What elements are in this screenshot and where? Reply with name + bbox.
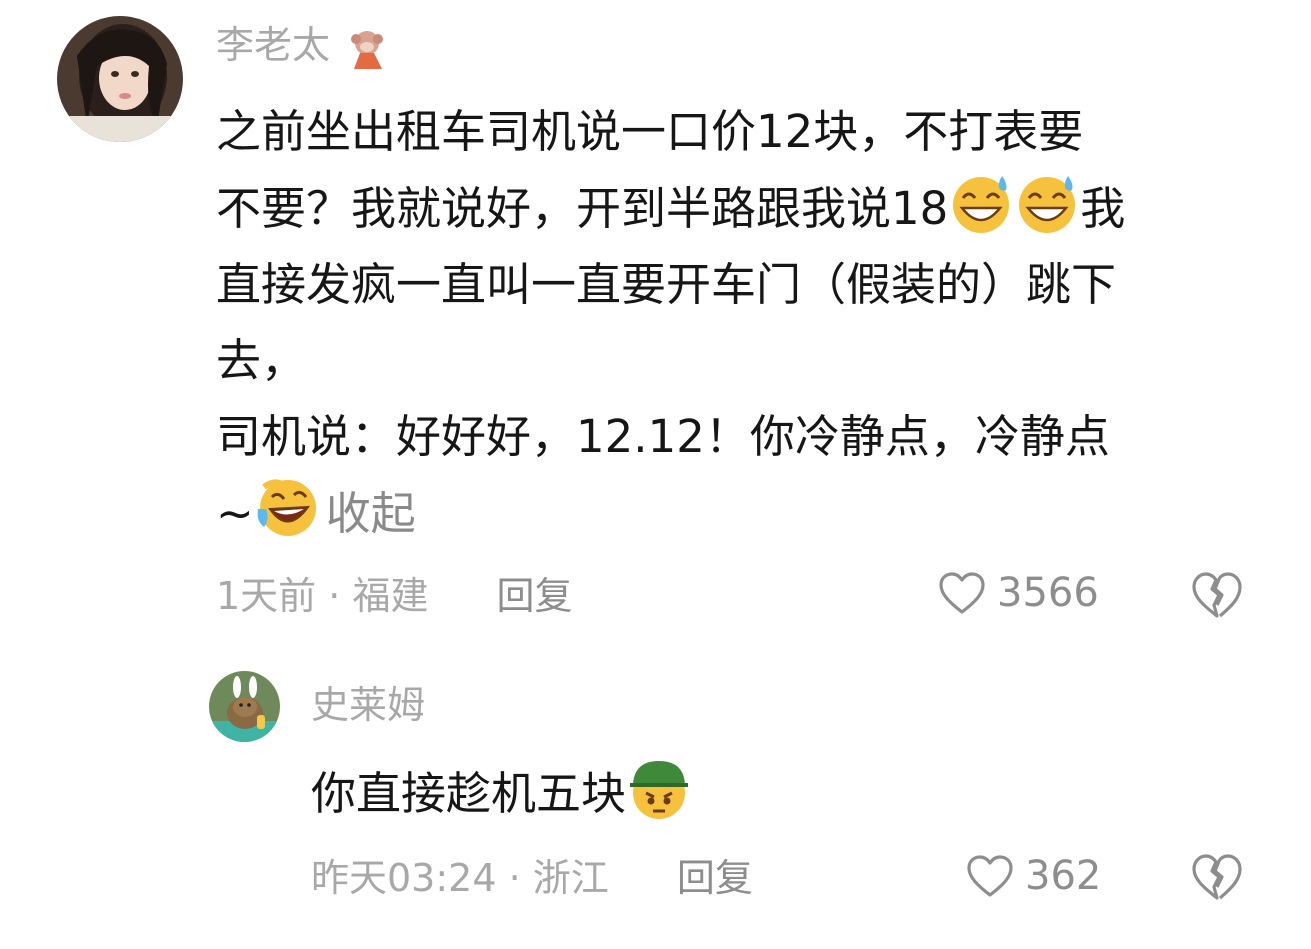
reply-meta: 昨天03:24 · 浙江 回复: [311, 856, 753, 900]
username-text[interactable]: 李老太: [216, 23, 330, 67]
reply-button[interactable]: 回复: [497, 574, 573, 618]
monkey-badge-icon: [351, 30, 384, 69]
comment-line: ~ 收起: [216, 475, 1276, 552]
comment-line: 之前坐出租车司机说一口价12块，不打表要: [216, 105, 1084, 158]
reply-like-button[interactable]: 362: [965, 853, 1101, 899]
user-avatar[interactable]: [57, 16, 183, 142]
comment-meta: 1天前 · 福建 回复: [216, 574, 573, 618]
laugh-cry-emoji: [257, 479, 316, 536]
comment-line: 去，: [216, 334, 307, 387]
comment-line: 不要？我就说好，开到半路跟我说18 我: [216, 170, 1276, 247]
comment-time: 1天前: [216, 574, 317, 618]
collapse-button[interactable]: 收起: [326, 487, 416, 540]
comment-line: 直接发疯一直叫一直要开车门（假装的）跳下: [216, 258, 1117, 311]
sweat-grin-emoji: [953, 176, 1010, 233]
reply-user-avatar[interactable]: [209, 671, 280, 742]
reply-text: 你直接趁机五块: [311, 755, 1211, 832]
helmet-angry-emoji: [630, 761, 689, 819]
reply-username[interactable]: 史莱姆: [311, 682, 425, 728]
heart-outline-icon: [939, 572, 985, 614]
broken-heart-icon[interactable]: [1190, 852, 1244, 902]
broken-heart-icon[interactable]: [1190, 570, 1244, 620]
reply-time: 昨天03:24: [311, 856, 497, 900]
reply-location: 浙江: [532, 856, 609, 900]
comment-location: 福建: [352, 574, 429, 618]
sweat-grin-emoji: [1019, 176, 1076, 233]
like-count: 3566: [997, 570, 1099, 616]
like-button[interactable]: 3566: [937, 570, 1099, 616]
comment-text: 之前坐出租车司机说一口价12块，不打表要 不要？我就说好，开到半路跟我说18 我…: [216, 94, 1276, 552]
heart-outline-icon: [967, 855, 1013, 897]
comment-line: 司机说：好好好，12.12！你冷静点，冷静点: [216, 410, 1110, 463]
reply-reply-button[interactable]: 回复: [677, 856, 753, 900]
reply-like-count: 362: [1025, 853, 1102, 899]
username[interactable]: 李老太: [216, 22, 390, 71]
